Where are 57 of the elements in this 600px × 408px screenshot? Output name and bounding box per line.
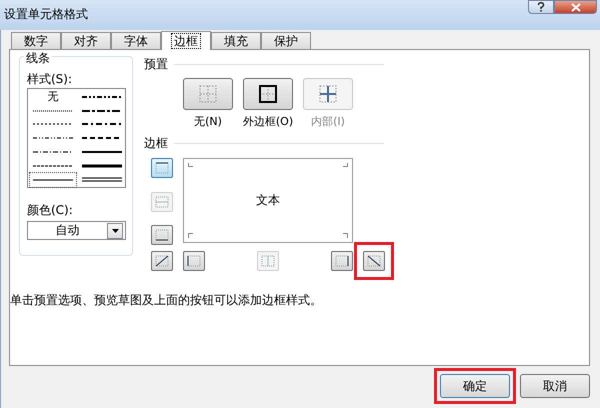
line-style-option[interactable] — [30, 172, 76, 187]
dashed-line-icon — [33, 150, 73, 154]
border-toggle-button[interactable] — [363, 251, 385, 271]
double-line-icon — [82, 177, 122, 182]
help-button[interactable] — [528, 0, 554, 14]
preset-label: 内部(I) — [311, 114, 345, 129]
tab[interactable]: 填充 — [211, 32, 261, 49]
preset-label: 无(N) — [194, 114, 222, 129]
dashed-line-icon — [82, 122, 122, 126]
close-icon — [570, 2, 580, 12]
right-border-icon — [334, 254, 350, 268]
border-toggle-button[interactable] — [151, 158, 173, 178]
dashed-line-icon — [82, 108, 122, 113]
tab[interactable]: 边框 — [161, 31, 211, 50]
color-dropdown[interactable]: 自动 — [27, 221, 126, 240]
solid-line-icon — [82, 164, 122, 168]
dashed-line-icon — [82, 136, 122, 140]
vertical-border-icon — [260, 254, 276, 268]
outline-border-icon — [256, 83, 280, 105]
solid-line-icon — [82, 150, 122, 154]
top-border-icon — [154, 161, 170, 175]
hint-text: 单击预置选项、预览草图及上面的按钮可以添加边框样式。 — [10, 292, 323, 309]
tab[interactable]: 字体 — [111, 32, 161, 49]
tab[interactable]: 数字 — [11, 32, 61, 49]
line-style-list[interactable]: 无 — [27, 88, 126, 188]
dashed-line-icon — [82, 94, 122, 99]
close-button[interactable] — [554, 0, 597, 14]
border-toggle-button[interactable] — [183, 251, 205, 271]
border-toggle-button[interactable] — [331, 251, 353, 271]
dashed-line-icon — [33, 108, 73, 113]
tab[interactable]: 保护 — [261, 32, 311, 49]
horizontal-border-icon — [154, 194, 170, 208]
preset-label: 外边框(O) — [242, 114, 294, 129]
bottom-border-icon — [154, 228, 170, 242]
help-icon — [537, 2, 545, 12]
diagonal-down-icon — [366, 254, 382, 268]
section-title: 边框 — [144, 135, 168, 152]
section-title: 预置 — [144, 56, 168, 73]
dashed-line-icon — [33, 164, 73, 168]
border-toggle-button[interactable] — [151, 251, 173, 271]
tab[interactable]: 对齐 — [61, 32, 111, 49]
preview-text: 文本 — [256, 192, 280, 209]
left-border-icon — [186, 254, 202, 268]
window-title: 设置单元格格式 — [3, 6, 88, 23]
dashed-line-icon — [33, 122, 73, 126]
dialog-button[interactable]: 确定 — [440, 374, 510, 398]
solid-line-icon — [33, 178, 73, 182]
border-toggle-button[interactable] — [151, 225, 173, 245]
dropdown-arrow-icon — [112, 228, 118, 232]
field-label: 颜色(C): — [27, 202, 74, 219]
border-preview[interactable]: 文本 — [183, 158, 353, 243]
preset-button[interactable] — [243, 78, 293, 110]
diagonal-up-icon — [154, 254, 170, 268]
dashed-line-icon — [33, 136, 73, 140]
line-style-option[interactable]: 无 — [30, 90, 76, 104]
field-label: 样式(S): — [27, 71, 74, 88]
dialog-button[interactable]: 取消 — [520, 374, 590, 398]
